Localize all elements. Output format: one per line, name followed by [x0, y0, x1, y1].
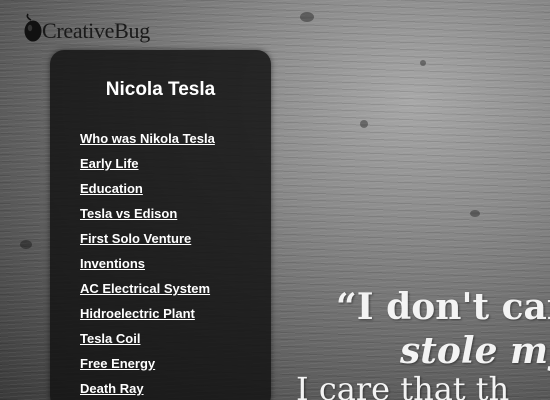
nav-item: Who was Nikola Tesla — [80, 130, 215, 155]
nav-item: Tesla Coil — [80, 330, 215, 355]
sidebar-title: Nicola Tesla — [105, 79, 216, 100]
nav-link-ac-electrical-system[interactable]: AC Electrical System — [80, 281, 210, 296]
nav-link-who-was-nikola-tesla[interactable]: Who was Nikola Tesla — [80, 131, 215, 146]
logo-text: CreativeBug — [42, 18, 150, 43]
background-speck — [300, 12, 314, 22]
nav-link-tesla-coil[interactable]: Tesla Coil — [80, 331, 140, 346]
nav-link-education[interactable]: Education — [80, 181, 143, 196]
nav-item: Free Energy — [80, 355, 215, 380]
nav-link-first-solo-venture[interactable]: First Solo Venture — [80, 231, 191, 246]
sidebar-panel: Nicola Tesla Who was Nikola Tesla Early … — [50, 50, 271, 400]
nav-link-free-energy[interactable]: Free Energy — [80, 356, 155, 371]
nav-item: AC Electrical System — [80, 280, 215, 305]
nav-link-death-ray[interactable]: Death Ray — [80, 381, 144, 396]
nav-link-hidroelectric-plant[interactable]: Hidroelectric Plant — [80, 306, 195, 321]
sidebar-nav: Who was Nikola Tesla Early Life Educatio… — [80, 130, 215, 400]
nav-item: Education — [80, 180, 215, 205]
background-speck — [360, 120, 368, 128]
quote-line-3: I care that th — [296, 370, 510, 400]
background-speck — [470, 210, 480, 217]
background-speck — [20, 240, 32, 249]
nav-link-inventions[interactable]: Inventions — [80, 256, 145, 271]
site-logo[interactable]: CreativeBug — [18, 12, 150, 44]
nav-item: Death Ray — [80, 380, 215, 400]
nav-item: Tesla vs Edison — [80, 205, 215, 230]
bug-icon — [24, 13, 42, 42]
quote-line-1: “I don't car — [336, 286, 550, 328]
nav-item: First Solo Venture — [80, 230, 215, 255]
nav-link-early-life[interactable]: Early Life — [80, 156, 139, 171]
nav-link-tesla-vs-edison[interactable]: Tesla vs Edison — [80, 206, 177, 221]
nav-item: Hidroelectric Plant — [80, 305, 215, 330]
background-speck — [420, 60, 426, 66]
nav-item: Inventions — [80, 255, 215, 280]
quote-line-2: stole my — [400, 330, 550, 372]
nav-item: Early Life — [80, 155, 215, 180]
